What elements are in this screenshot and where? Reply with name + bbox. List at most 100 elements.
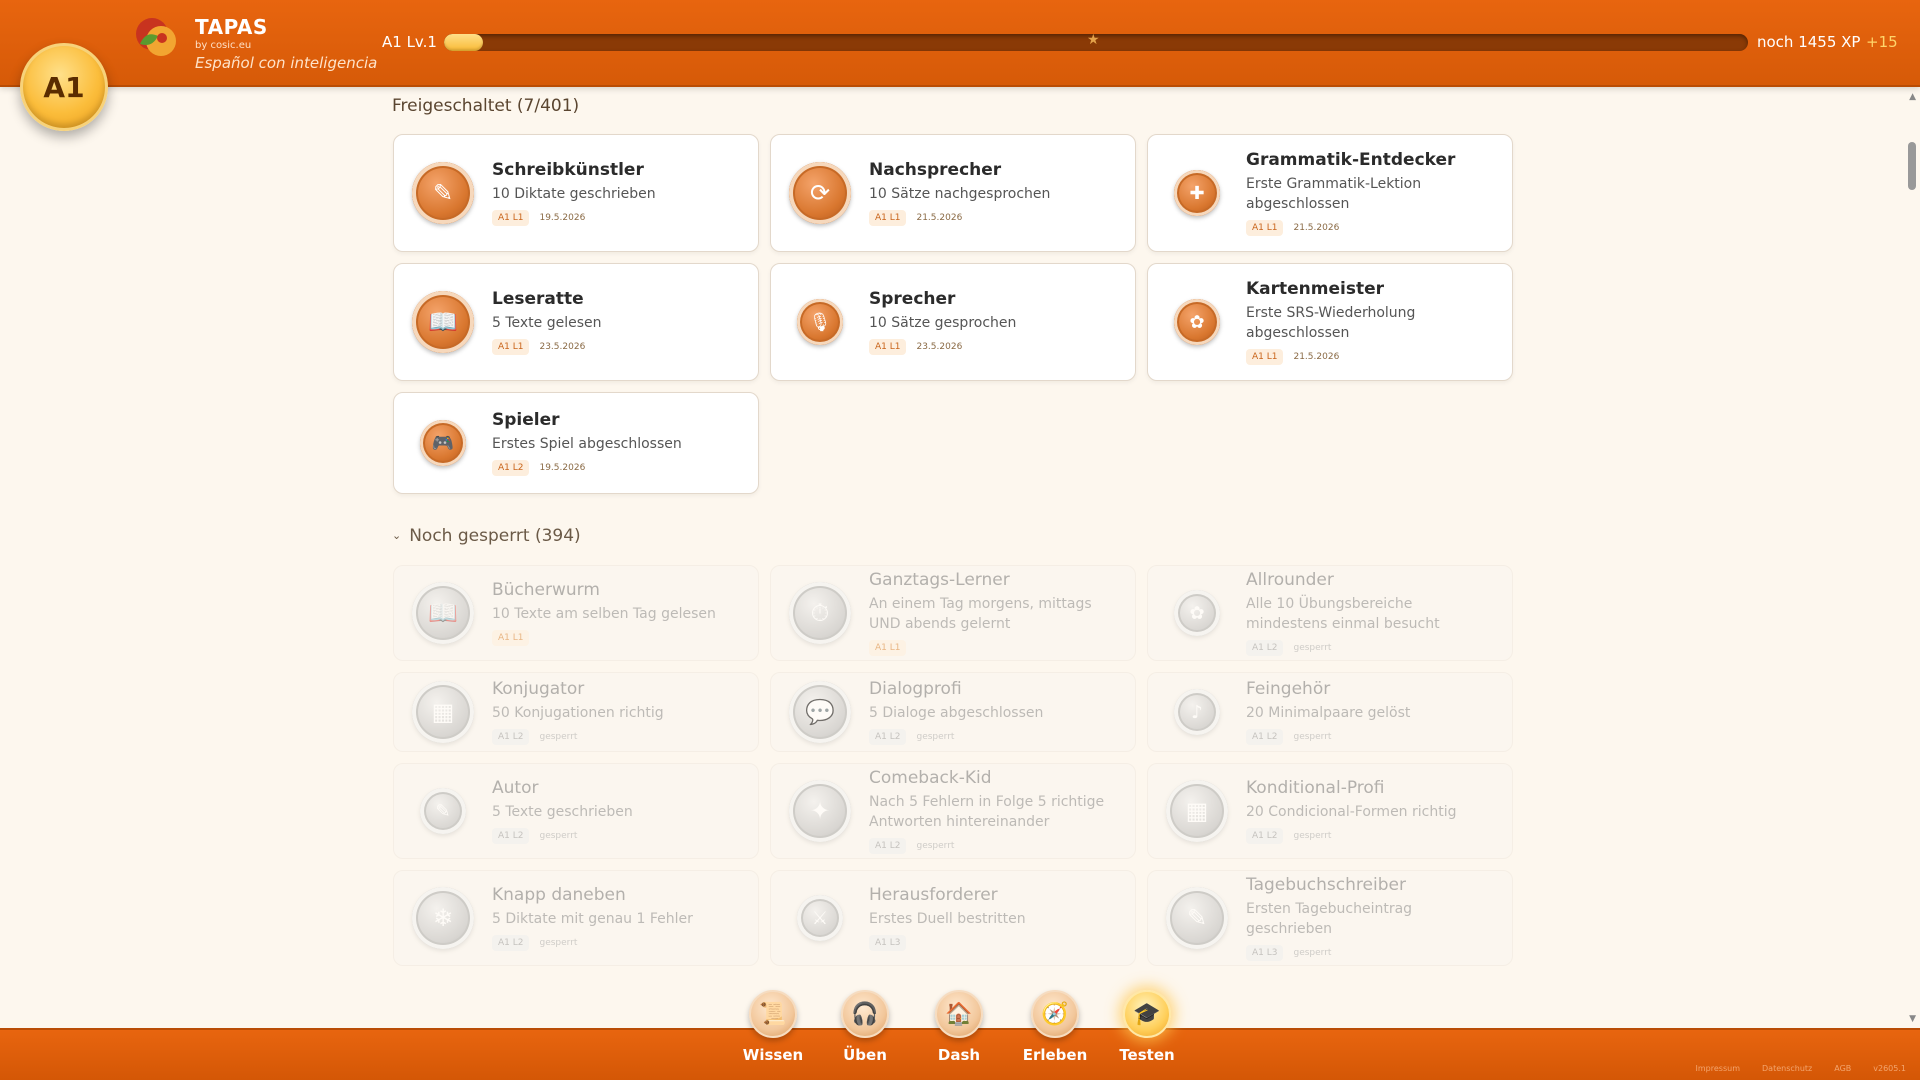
scroll-down-icon[interactable]: ▼ bbox=[1909, 1014, 1916, 1024]
achievement-meta: A1 L1 23.5.2026 bbox=[492, 339, 740, 355]
app-header: TAPAS by cosic.eu Español con inteligenc… bbox=[0, 0, 1920, 87]
brand-tagline: Español con inteligencia bbox=[195, 54, 378, 72]
footer-link[interactable]: AGB bbox=[1834, 1064, 1851, 1073]
achievement-card[interactable]: ✎ Autor 5 Texte geschrieben A1 L2 gesperrt bbox=[393, 763, 759, 859]
achievement-title: Tagebuchschreiber bbox=[1246, 875, 1406, 895]
achievement-description: Erstes Duell bestritten bbox=[869, 911, 1026, 927]
achievement-description: 20 Minimalpaare gelöst bbox=[1246, 705, 1411, 721]
level-tag: A1 L1 bbox=[869, 339, 907, 355]
level-tag: A1 L2 bbox=[869, 838, 907, 854]
achievement-body: Konditional-Profi 20 Condicional-Formen r… bbox=[1246, 778, 1494, 844]
locked-status: gesperrt bbox=[916, 841, 955, 851]
footer-link[interactable]: Datenschutz bbox=[1762, 1064, 1812, 1073]
nav-label: Üben bbox=[843, 1046, 887, 1064]
nav-item-testen[interactable]: 🎓 Testen bbox=[1107, 990, 1187, 1064]
xp-remaining: noch 1455 XP bbox=[1757, 33, 1861, 51]
wissen-icon: 📜 bbox=[749, 990, 797, 1038]
achievement-title: Konditional-Profi bbox=[1246, 778, 1385, 798]
level-badge[interactable]: A1 bbox=[20, 43, 108, 131]
achievement-card[interactable]: ✿ Allrounder Alle 10 Übungsbereiche mindes… bbox=[1147, 565, 1513, 661]
level-tag: A1 L2 bbox=[1246, 640, 1284, 656]
achievement-body: Comeback-Kid Nach 5 Fehlern in Folge 5 ri… bbox=[869, 768, 1117, 854]
achievement-meta: A1 L2 gesperrt bbox=[1246, 640, 1494, 656]
achievement-meta: A1 L2 19.5.2026 bbox=[492, 460, 740, 476]
unlock-date: 21.5.2026 bbox=[916, 213, 963, 223]
achievement-card[interactable]: 📖 Leseratte 5 Texte gelesen A1 L1 23.5.2026 bbox=[393, 263, 759, 381]
scroll-up-icon[interactable]: ▲ bbox=[1909, 92, 1916, 102]
achievement-description: 50 Konjugationen richtig bbox=[492, 705, 664, 721]
footer-link[interactable]: Impressum bbox=[1696, 1064, 1740, 1073]
achievement-card[interactable]: ✚ Grammatik-Entdecker Erste Grammatik-Lekt… bbox=[1147, 134, 1513, 252]
achievement-card[interactable]: ❄ Knapp daneben 5 Diktate mit genau 1 Fehl… bbox=[393, 870, 759, 966]
locked-grid: 📖 Bücherwurm 10 Texte am selben Tag gelese… bbox=[393, 565, 1513, 966]
locked-section-toggle[interactable]: ⌄ Noch gesperrt (394) bbox=[392, 526, 581, 546]
dash-icon: 🏠 bbox=[935, 990, 983, 1038]
medal-icon: ▦ bbox=[1166, 780, 1228, 842]
nav-item-ueben[interactable]: 🎧 Üben bbox=[825, 990, 905, 1064]
medal-icon: ⟳ bbox=[789, 162, 851, 224]
nav-item-wissen[interactable]: 📜 Wissen bbox=[733, 990, 813, 1064]
footer-links: Impressum Datenschutz AGB v2605.1 bbox=[1696, 1064, 1906, 1073]
testen-icon: 🎓 bbox=[1123, 990, 1171, 1038]
achievement-card[interactable]: ⟳ Nachsprecher 10 Sätze nachgesprochen A1 L… bbox=[770, 134, 1136, 252]
achievement-card[interactable]: 🎮 Spieler Erstes Spiel abgeschlossen A1 L2 1… bbox=[393, 392, 759, 494]
unlock-date: 23.5.2026 bbox=[916, 342, 963, 352]
achievement-description: Erste Grammatik-Lektion abgeschlossen bbox=[1246, 176, 1422, 212]
achievement-body: Kartenmeister Erste SRS-Wiederholung abge… bbox=[1246, 279, 1494, 365]
scroll-thumb[interactable] bbox=[1908, 142, 1916, 190]
achievement-meta: A1 L1 23.5.2026 bbox=[869, 339, 1117, 355]
achievement-description: Nach 5 Fehlern in Folge 5 richtige Antwo… bbox=[869, 794, 1105, 830]
achievement-card[interactable]: ▦ Konjugator 50 Konjugationen richtig A1 L2… bbox=[393, 672, 759, 752]
achievement-card[interactable]: 📖 Bücherwurm 10 Texte am selben Tag gelese… bbox=[393, 565, 759, 661]
achievement-title: Nachsprecher bbox=[869, 160, 1002, 180]
unlock-date: 21.5.2026 bbox=[1293, 352, 1340, 362]
achievement-card[interactable]: ⏱ Ganztags-Lerner An einem Tag morgens, mi… bbox=[770, 565, 1136, 661]
unlocked-grid: ✎ Schreibkünstler 10 Diktate geschrieben A1… bbox=[393, 134, 1513, 494]
achievement-title: Grammatik-Entdecker bbox=[1246, 150, 1456, 170]
achievement-card[interactable]: ✦ Comeback-Kid Nach 5 Fehlern in Folge 5 r… bbox=[770, 763, 1136, 859]
achievement-card[interactable]: ✎ Tagebuchschreiber Ersten Tagebucheintrag… bbox=[1147, 870, 1513, 966]
achievement-body: Bücherwurm 10 Texte am selben Tag gelesen… bbox=[492, 580, 740, 646]
footer-link[interactable]: v2605.1 bbox=[1873, 1064, 1906, 1073]
nav-item-erleben[interactable]: 🧭 Erleben bbox=[1015, 990, 1095, 1064]
achievement-description: An einem Tag morgens, mittags UND abends… bbox=[869, 596, 1092, 632]
achievements-content: Freigeschaltet (7/401) ✎ Schreibkünstler 1… bbox=[0, 88, 1920, 1028]
level-tag: A1 L1 bbox=[492, 210, 530, 226]
scrollbar[interactable]: ▲ ▼ bbox=[1902, 88, 1920, 1028]
medal-icon: ✎ bbox=[1166, 887, 1228, 949]
achievement-body: Grammatik-Entdecker Erste Grammatik-Lekti… bbox=[1246, 150, 1494, 236]
achievement-description: 10 Texte am selben Tag gelesen bbox=[492, 606, 716, 622]
achievement-body: Feingehör 20 Minimalpaare gelöst A1 L2 gesp… bbox=[1246, 679, 1494, 745]
medal-icon: ❄ bbox=[412, 887, 474, 949]
achievement-description: Alle 10 Übungsbereiche mindestens einmal… bbox=[1246, 596, 1440, 632]
tapas-logo-icon[interactable] bbox=[132, 14, 180, 62]
achievement-card[interactable]: ⚔ Herausforderer Erstes Duell bestritten A1… bbox=[770, 870, 1136, 966]
achievement-meta: A1 L1 21.5.2026 bbox=[1246, 349, 1494, 365]
achievement-title: Leseratte bbox=[492, 289, 584, 309]
xp-gain: +15 bbox=[1866, 33, 1898, 51]
achievement-card[interactable]: ▦ Konditional-Profi 20 Condicional-Formen … bbox=[1147, 763, 1513, 859]
unlock-date: 21.5.2026 bbox=[1293, 223, 1340, 233]
achievement-card[interactable]: ♪ Feingehör 20 Minimalpaare gelöst A1 L2 ges… bbox=[1147, 672, 1513, 752]
achievement-card[interactable]: ✿ Kartenmeister Erste SRS-Wiederholung abg… bbox=[1147, 263, 1513, 381]
achievement-meta: A1 L2 gesperrt bbox=[869, 729, 1117, 745]
achievement-title: Spieler bbox=[492, 410, 560, 430]
unlock-date: 19.5.2026 bbox=[539, 213, 586, 223]
locked-status: gesperrt bbox=[539, 938, 578, 948]
achievement-body: Sprecher 10 Sätze gesprochen A1 L1 23.5.202… bbox=[869, 289, 1117, 355]
nav-label: Erleben bbox=[1022, 1046, 1088, 1064]
nav-item-dash[interactable]: 🏠 Dash bbox=[919, 990, 999, 1064]
achievement-description: 10 Sätze gesprochen bbox=[869, 315, 1017, 331]
medal-icon: 🎙 bbox=[797, 299, 843, 345]
achievement-card[interactable]: 🎙 Sprecher 10 Sätze gesprochen A1 L1 23.5.20… bbox=[770, 263, 1136, 381]
nav-label: Dash bbox=[937, 1046, 981, 1064]
achievement-card[interactable]: 💬 Dialogprofi 5 Dialoge abgeschlossen A1 L2… bbox=[770, 672, 1136, 752]
achievement-body: Ganztags-Lerner An einem Tag morgens, mit… bbox=[869, 570, 1117, 656]
achievement-body: Schreibkünstler 10 Diktate geschrieben A1 … bbox=[492, 160, 740, 226]
achievement-meta: A1 L3 gesperrt bbox=[1246, 945, 1494, 961]
achievement-card[interactable]: ✎ Schreibkünstler 10 Diktate geschrieben A1… bbox=[393, 134, 759, 252]
achievement-body: Nachsprecher 10 Sätze nachgesprochen A1 L1… bbox=[869, 160, 1117, 226]
ueben-icon: 🎧 bbox=[841, 990, 889, 1038]
achievement-description: 5 Texte gelesen bbox=[492, 315, 602, 331]
achievement-title: Ganztags-Lerner bbox=[869, 570, 1010, 590]
